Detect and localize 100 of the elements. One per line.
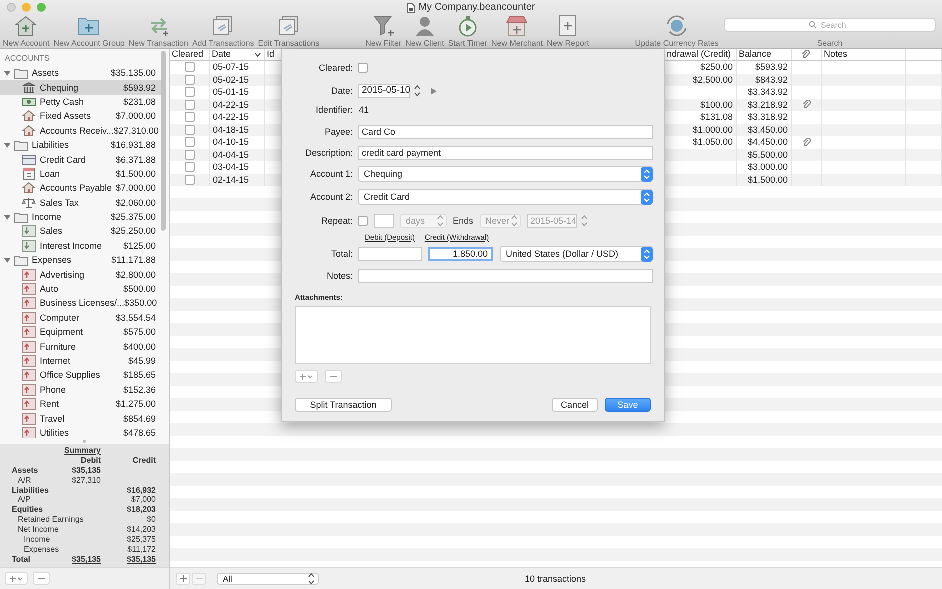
- toolbar-button[interactable]: Add Transactions: [191, 15, 256, 48]
- description-field[interactable]: credit card payment: [358, 146, 653, 160]
- account-select[interactable]: Credit Card: [358, 189, 653, 205]
- zoom-button[interactable]: [37, 3, 46, 12]
- payee-field[interactable]: Card Co: [358, 125, 653, 139]
- account-row[interactable]: Advertising $2,800.00: [0, 267, 161, 282]
- cleared-checkbox[interactable]: [184, 112, 194, 122]
- account-row[interactable]: Phone $152.36: [0, 382, 161, 397]
- withdrawal-cell: $250.00: [700, 61, 733, 74]
- account-row[interactable]: Travel $854.69: [0, 411, 161, 426]
- chevron-down-icon: [18, 576, 23, 580]
- account-row[interactable]: Office Supplies $185.65: [0, 368, 161, 383]
- account-row[interactable]: Auto $500.00: [0, 282, 161, 296]
- remove-button[interactable]: [33, 572, 50, 585]
- add-menu-button[interactable]: [295, 370, 318, 383]
- account-row[interactable]: Computer $3,554.54: [0, 310, 161, 326]
- attachments-list[interactable]: [295, 306, 651, 364]
- account-row[interactable]: Fixed Assets $7,000.00: [0, 109, 161, 124]
- column-header[interactable]: Notes: [822, 49, 906, 60]
- dialog-button[interactable]: Split Transaction: [295, 398, 392, 412]
- account-row[interactable]: Business Licenses/...$350.00: [0, 296, 161, 311]
- column-header[interactable]: Date: [210, 49, 265, 60]
- notes-field[interactable]: [358, 269, 653, 283]
- toolbar-button[interactable]: New Filter: [364, 15, 403, 48]
- add-menu-button[interactable]: [5, 572, 28, 585]
- dialog-button[interactable]: Cancel: [552, 398, 598, 412]
- disclosure-triangle-icon[interactable]: [4, 214, 11, 221]
- cleared-checkbox[interactable]: [184, 87, 194, 98]
- cleared-checkbox[interactable]: [184, 174, 194, 185]
- filter-select[interactable]: All: [217, 572, 319, 584]
- debit-field[interactable]: [358, 247, 422, 261]
- repeat-count-field[interactable]: [374, 214, 394, 228]
- account-group-row[interactable]: Income $25,375.00: [0, 210, 161, 224]
- folder-icon: [14, 212, 28, 223]
- remove-button[interactable]: [325, 370, 342, 383]
- cleared-checkbox[interactable]: [184, 100, 194, 110]
- add-button[interactable]: [176, 572, 190, 584]
- account-row[interactable]: Chequing $593.92: [0, 80, 161, 95]
- account-row[interactable]: Utilities $478.65: [0, 426, 161, 438]
- account-row[interactable]: Internet $45.99: [0, 354, 161, 368]
- balance-cell: $3,318.92: [748, 111, 788, 124]
- account-select[interactable]: Chequing: [358, 166, 653, 182]
- account-row[interactable]: Credit Card $6,371.88: [0, 152, 161, 167]
- down-arrow-box-icon: [22, 225, 36, 238]
- search-field[interactable]: Search: [724, 18, 936, 32]
- stepper-icon[interactable]: [307, 572, 316, 586]
- account-row[interactable]: Interest Income $125.00: [0, 238, 161, 254]
- splitter-handle[interactable]: [83, 440, 86, 442]
- cleared-checkbox[interactable]: [184, 62, 194, 72]
- play-icon[interactable]: [431, 88, 437, 94]
- toolbar-button[interactable]: Edit Transactions: [257, 15, 321, 48]
- summary-label: Liabilities: [12, 486, 49, 496]
- account-row[interactable]: Rent $1,275.00: [0, 396, 161, 412]
- account-row[interactable]: Sales $25,250.00: [0, 224, 161, 239]
- stepper-icon[interactable]: [413, 84, 422, 98]
- toolbar-button[interactable]: Update Currency Rates: [634, 15, 720, 48]
- cleared-checkbox[interactable]: [184, 137, 194, 148]
- up-arrow-box-icon: [22, 355, 36, 367]
- minimize-button[interactable]: [22, 3, 31, 12]
- toolbar-button[interactable]: New Client: [404, 15, 446, 48]
- disclosure-triangle-icon[interactable]: [4, 70, 11, 77]
- date-cell: 04-22-15: [213, 98, 250, 111]
- close-button[interactable]: [7, 3, 16, 12]
- disclosure-triangle-icon[interactable]: [4, 142, 11, 149]
- currency-select[interactable]: United States (Dollar / USD): [500, 246, 653, 262]
- toolbar-button[interactable]: Start Timer: [447, 15, 488, 48]
- toolbar-button[interactable]: New Report: [546, 15, 590, 48]
- account-group-row[interactable]: Expenses $11,171.88: [0, 253, 161, 268]
- withdrawal-cell: $1,000.00: [692, 124, 733, 136]
- account-group-row[interactable]: Liabilities $16,931.88: [0, 138, 161, 152]
- cleared-checkbox[interactable]: [184, 150, 194, 160]
- disclosure-triangle-icon[interactable]: [4, 256, 11, 264]
- toolbar-button[interactable]: New Account: [2, 15, 51, 48]
- credit-field[interactable]: 1,850.00: [428, 247, 493, 261]
- account-name: Travel: [40, 414, 66, 424]
- toolbar-button[interactable]: New Transaction: [128, 15, 190, 48]
- scrollbar-thumb[interactable]: [161, 51, 166, 231]
- account-group-row[interactable]: Assets $35,135.00: [0, 66, 161, 80]
- account-row[interactable]: Accounts Payable $7,000.00: [0, 181, 161, 196]
- account-row[interactable]: Equipment $575.00: [0, 325, 161, 340]
- paperclip-icon[interactable]: [802, 138, 810, 147]
- date-field[interactable]: 2015-05-10: [358, 84, 410, 98]
- up-arrow-box-icon: [22, 268, 36, 281]
- account-row[interactable]: Accounts Receiv...$27,310.00: [0, 124, 161, 138]
- cleared-checkbox[interactable]: [358, 63, 368, 73]
- toolbar-button[interactable]: New Account Group: [52, 15, 126, 48]
- column-header[interactable]: Cleared: [170, 49, 210, 60]
- toolbar-button[interactable]: New Merchant: [490, 15, 544, 48]
- cleared-checkbox[interactable]: [184, 74, 194, 85]
- paperclip-icon[interactable]: [802, 100, 810, 110]
- cleared-checkbox[interactable]: [184, 162, 194, 172]
- account-name: Internet: [40, 356, 72, 366]
- account-row[interactable]: Furniture $400.00: [0, 339, 161, 354]
- summary-label: Net Income: [18, 525, 59, 536]
- account-row[interactable]: Sales Tax $2,060.00: [0, 196, 161, 210]
- cleared-checkbox[interactable]: [184, 124, 194, 135]
- account-row[interactable]: Loan $1,500.00: [0, 166, 161, 182]
- column-header[interactable]: Balance: [737, 49, 792, 60]
- house-icon: [22, 182, 36, 194]
- account-row[interactable]: Petty Cash $231.08: [0, 94, 161, 110]
